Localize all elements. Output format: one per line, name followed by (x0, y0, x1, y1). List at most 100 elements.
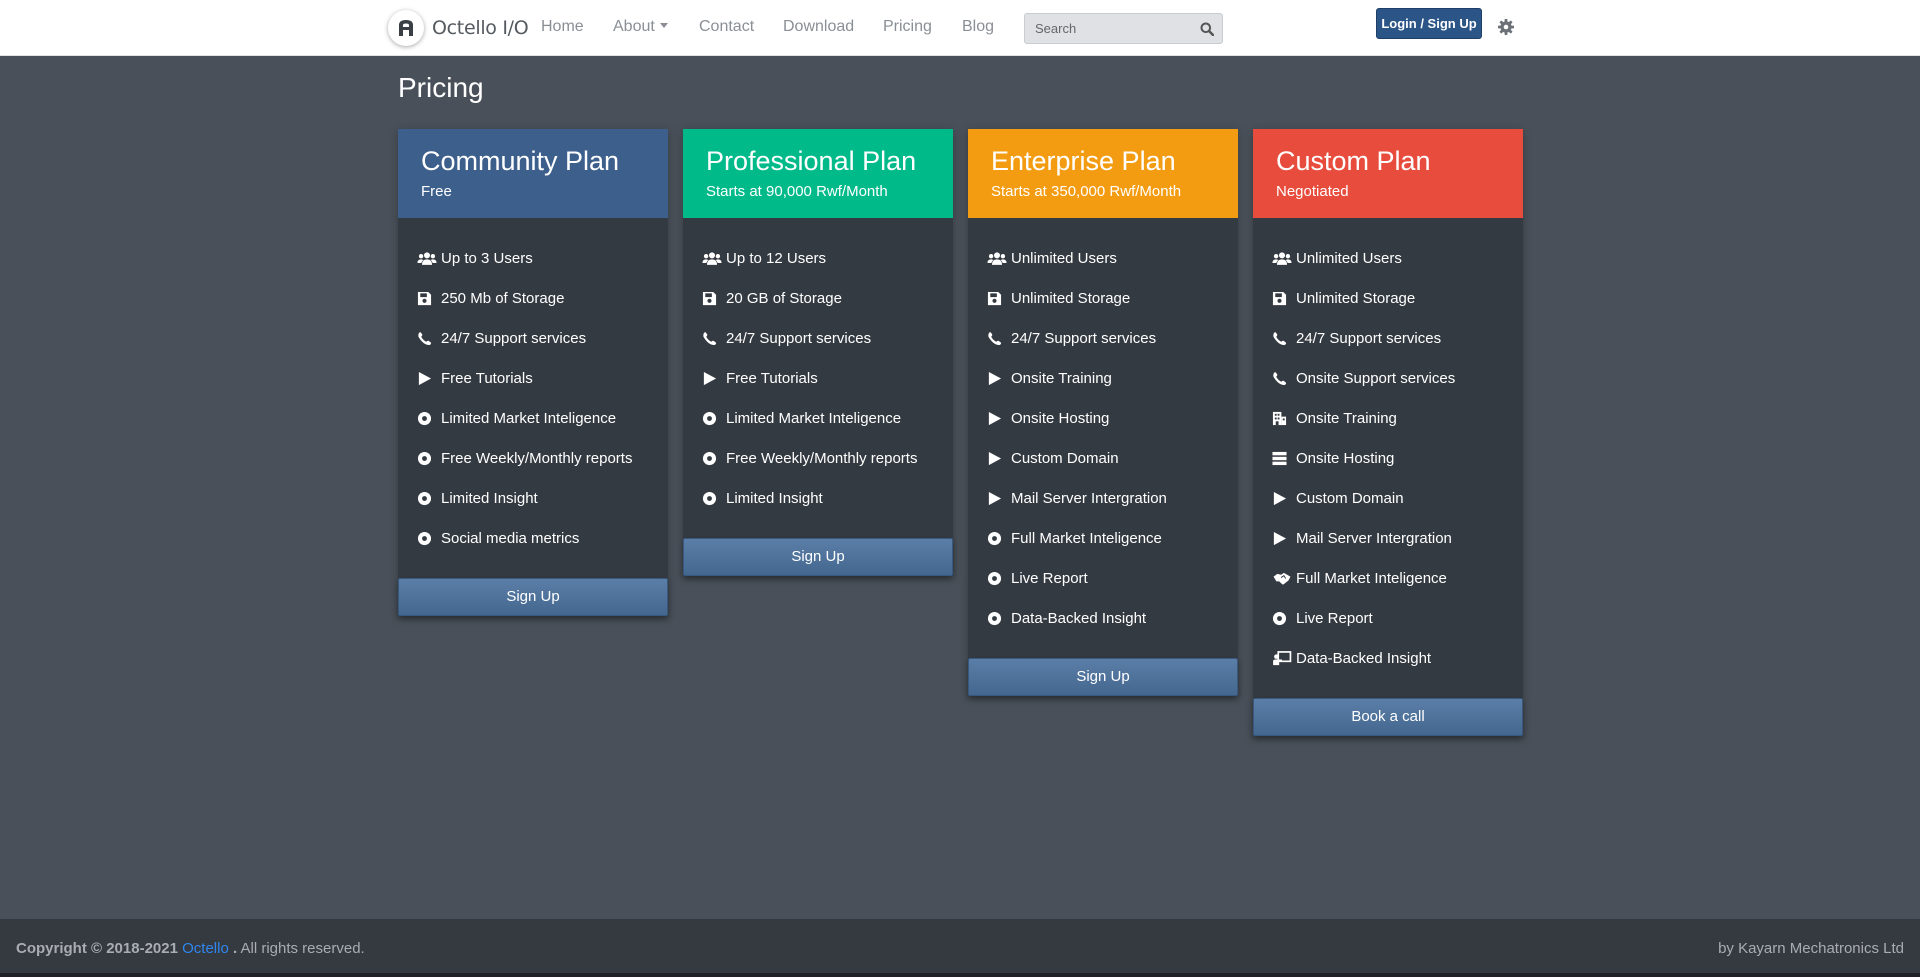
dot-circle-icon (417, 490, 438, 506)
nav-download[interactable]: Download (783, 18, 854, 36)
feature-text: 24/7 Support services (1011, 329, 1157, 347)
dot-circle-icon (987, 530, 1008, 546)
building-icon (1272, 410, 1293, 426)
brand-logo-icon (388, 10, 424, 46)
nav-home[interactable]: Home (541, 18, 584, 36)
feature-text: Onsite Support services (1296, 369, 1456, 387)
phone-icon (987, 330, 1008, 346)
feature-item: 250 Mb of Storage (417, 278, 668, 318)
feature-item: Custom Domain (987, 438, 1238, 478)
plan-header: Professional Plan Starts at 90,000 Rwf/Mo… (683, 129, 953, 218)
feature-list: Up to 12 Users 20 GB of Storage 24/7 Suppo… (683, 218, 953, 518)
users-icon (1272, 250, 1293, 266)
nav-pricing[interactable]: Pricing (883, 18, 932, 36)
plan-card-community: Community Plan Free Up to 3 Users 250 Mb of… (398, 129, 668, 616)
feature-item: Free Tutorials (417, 358, 668, 398)
phone-icon (1272, 330, 1293, 346)
search-form (1024, 13, 1223, 44)
feature-item: Limited Insight (702, 478, 953, 518)
feature-text: Onsite Hosting (1296, 449, 1395, 467)
feature-text: Social media metrics (441, 529, 580, 547)
nav-blog[interactable]: Blog (962, 18, 994, 36)
signup-button[interactable]: Sign Up (968, 658, 1238, 696)
feature-item: Full Market Inteligence (1272, 558, 1523, 598)
feature-item: Onsite Support services (1272, 358, 1523, 398)
chalkboard-teacher-icon (1272, 650, 1293, 666)
plan-card-professional: Professional Plan Starts at 90,000 Rwf/Mo… (683, 129, 953, 576)
feature-text: Onsite Training (1296, 409, 1397, 427)
page-title: Pricing (398, 72, 484, 103)
feature-text: Custom Domain (1011, 449, 1119, 467)
server-icon (1272, 450, 1293, 466)
play-icon (1272, 490, 1293, 506)
feature-text: Full Market Inteligence (1011, 529, 1162, 547)
dot-circle-icon (987, 610, 1008, 626)
feature-text: Full Market Inteligence (1296, 569, 1447, 587)
phone-icon (702, 330, 723, 346)
feature-text: 24/7 Support services (1296, 329, 1442, 347)
login-signup-button[interactable]: Login / Sign Up (1376, 8, 1482, 39)
play-icon (987, 410, 1008, 426)
play-icon (987, 370, 1008, 386)
feature-text: 20 GB of Storage (726, 289, 842, 307)
feature-item: Limited Insight (417, 478, 668, 518)
feature-text: Free Weekly/Monthly reports (441, 449, 633, 467)
brand-name: Octello I/O (432, 17, 529, 39)
feature-item: 24/7 Support services (702, 318, 953, 358)
feature-item: Unlimited Storage (987, 278, 1238, 318)
feature-item: 24/7 Support services (417, 318, 668, 358)
feature-text: Free Weekly/Monthly reports (726, 449, 918, 467)
dot-circle-icon (702, 490, 723, 506)
brand-link[interactable]: Octello I/O (388, 9, 529, 47)
dot-circle-icon (702, 450, 723, 466)
feature-text: Data-Backed Insight (1296, 649, 1432, 667)
plan-price: Starts at 350,000 Rwf/Month (991, 183, 1182, 200)
feature-item: Onsite Training (1272, 398, 1523, 438)
copyright-text: Copyright © 2018-2021 Octello . All righ… (16, 940, 365, 957)
plan-card-enterprise: Enterprise Plan Starts at 350,000 Rwf/Mon… (968, 129, 1238, 696)
plan-title: Custom Plan (1276, 146, 1431, 176)
feature-item: Mail Server Intergration (1272, 518, 1523, 558)
signup-button[interactable]: Sign Up (398, 578, 668, 616)
feature-text: Limited Insight (441, 489, 538, 507)
copyright-prefix: Copyright © 2018-2021 (16, 940, 178, 957)
phone-icon (1272, 370, 1293, 386)
nav-about[interactable]: About (613, 18, 668, 36)
dot-circle-icon (417, 410, 438, 426)
chevron-down-icon (659, 23, 668, 28)
plan-price: Free (421, 183, 452, 200)
signup-button[interactable]: Sign Up (683, 538, 953, 576)
feature-text: 250 Mb of Storage (441, 289, 565, 307)
plan-header: Enterprise Plan Starts at 350,000 Rwf/Mon… (968, 129, 1238, 218)
nav-contact[interactable]: Contact (699, 18, 754, 36)
feature-text: Up to 3 Users (441, 249, 533, 267)
plan-card-custom: Custom Plan Negotiated Unlimited Users Unli… (1253, 129, 1523, 736)
feature-item: Custom Domain (1272, 478, 1523, 518)
nav-about-label: About (613, 18, 655, 35)
feature-text: Custom Domain (1296, 489, 1404, 507)
feature-text: Limited Insight (726, 489, 823, 507)
feature-text: Mail Server Intergration (1011, 489, 1167, 507)
feature-item: Limited Market Inteligence (702, 398, 953, 438)
feature-item: Data-Backed Insight (987, 598, 1238, 638)
feature-item: Up to 12 Users (702, 238, 953, 278)
search-icon[interactable] (1198, 20, 1216, 38)
window-bottom-strip (0, 973, 1920, 977)
company-byline: by Kayarn Mechatronics Ltd (1718, 940, 1904, 957)
feature-item: Limited Market Inteligence (417, 398, 668, 438)
feature-item: Free Weekly/Monthly reports (417, 438, 668, 478)
feature-item: Free Tutorials (702, 358, 953, 398)
phone-icon (417, 330, 438, 346)
play-icon (417, 370, 438, 386)
footer: Copyright © 2018-2021 Octello . All righ… (0, 919, 1920, 977)
feature-text: Free Tutorials (726, 369, 818, 387)
feature-text: 24/7 Support services (726, 329, 872, 347)
users-icon (417, 250, 438, 266)
gear-icon[interactable] (1497, 18, 1515, 36)
search-input[interactable] (1025, 14, 1190, 43)
feature-text: Limited Market Inteligence (441, 409, 617, 427)
feature-text: Up to 12 Users (726, 249, 827, 267)
footer-brand-link[interactable]: Octello (182, 940, 229, 957)
book-call-button[interactable]: Book a call (1253, 698, 1523, 736)
play-icon (702, 370, 723, 386)
